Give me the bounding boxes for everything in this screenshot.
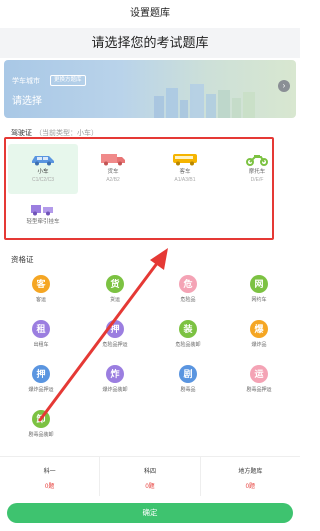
vehicle-code: A1/A3/B1 xyxy=(174,177,196,183)
vehicle-option-light-trailer[interactable]: 轻型牵引挂车 xyxy=(8,194,78,236)
stat-label: 地方题库 xyxy=(238,469,263,475)
taxi-icon: 租 xyxy=(32,320,50,338)
cert-item-explosives-escort[interactable]: 押 爆炸品押运 xyxy=(11,365,71,394)
confirm-button[interactable]: 确定 xyxy=(7,503,293,523)
vehicle-name: 小车 xyxy=(37,169,49,175)
page-headline: 请选择您的考试题库 xyxy=(0,28,300,58)
city-skyline-illustration xyxy=(154,84,255,118)
city-value: 请选择 xyxy=(12,96,42,107)
question-bank-summary: 科一 0题 科四 0题 地方题库 0题 xyxy=(0,456,300,496)
stat-label: 科一 xyxy=(43,469,56,475)
stat-label: 科四 xyxy=(143,469,156,475)
vehicle-option-motorcycle[interactable]: 摩托车 D/E/F xyxy=(222,144,292,194)
cert-label: 爆炸品押运 xyxy=(28,387,54,393)
cert-label: 爆炸品 xyxy=(251,342,267,348)
cert-label: 客运 xyxy=(35,297,46,303)
toxic-icon: 剧 xyxy=(179,365,197,383)
cert-item-hazardous-loading[interactable]: 装 危险品装卸 xyxy=(158,320,218,349)
cert-item-explosives-loading[interactable]: 炸 爆炸品装卸 xyxy=(85,365,145,394)
truck-icon xyxy=(101,154,125,166)
cert-label: 剧毒品装卸 xyxy=(28,432,54,438)
trailer-icon xyxy=(31,205,53,216)
chevron-right-icon[interactable]: › xyxy=(278,80,290,92)
toxic-escort-icon: 运 xyxy=(250,365,268,383)
cert-section-title: 资格证 xyxy=(11,255,34,264)
subject-one-stat[interactable]: 科一 0题 xyxy=(0,457,99,496)
cert-item-hazardous-escort[interactable]: 押 危险品押运 xyxy=(85,320,145,349)
cert-label: 危险品押运 xyxy=(102,342,128,348)
stat-value: 0题 xyxy=(245,484,255,490)
city-banner[interactable]: 学车城市 更换方题库 请选择 › xyxy=(4,60,296,118)
motorcycle-icon xyxy=(246,155,268,166)
cert-label: 危险品 xyxy=(180,297,196,303)
explosive-loading-icon: 炸 xyxy=(106,365,124,383)
cert-label: 爆炸品装卸 xyxy=(102,387,128,393)
cert-label: 货运 xyxy=(109,297,120,303)
loading-icon: 装 xyxy=(179,320,197,338)
vehicle-option-bus[interactable]: 客车 A1/A3/B1 xyxy=(150,144,220,194)
vehicle-code: D/E/F xyxy=(250,177,264,183)
ride-hailing-icon: 网 xyxy=(250,275,268,293)
cert-item-hazardous[interactable]: 危 危险品 xyxy=(158,275,218,304)
city-label: 学车城市 xyxy=(12,78,40,85)
subject-four-stat[interactable]: 科四 0题 xyxy=(99,457,199,496)
cert-item-passenger[interactable]: 客 客运 xyxy=(11,275,71,304)
vehicle-code: C1/C2/C3 xyxy=(32,177,54,183)
cert-item-explosives[interactable]: 爆 爆炸品 xyxy=(229,320,289,349)
bus-icon xyxy=(173,154,197,166)
vehicle-code: A2/B2 xyxy=(106,177,120,183)
license-section-title: 驾驶证 （当前类型：小车） xyxy=(11,128,98,138)
license-title: 驾驶证 xyxy=(11,130,32,137)
cert-label: 网约车 xyxy=(251,297,267,303)
cert-label: 危险品装卸 xyxy=(175,342,201,348)
cert-item-toxic-loading[interactable]: 卸 剧毒品装卸 xyxy=(11,410,71,439)
vehicle-name: 摩托车 xyxy=(248,169,266,175)
toxic-loading-icon: 卸 xyxy=(32,410,50,428)
explosive-icon: 爆 xyxy=(250,320,268,338)
vehicle-name: 客车 xyxy=(179,169,191,175)
vehicle-name: 轻型牵引挂车 xyxy=(26,219,60,225)
stat-value: 0题 xyxy=(145,484,155,490)
cert-item-freight[interactable]: 货 货运 xyxy=(85,275,145,304)
cert-item-ride-hailing[interactable]: 网 网约车 xyxy=(229,275,289,304)
vehicle-name: 货车 xyxy=(107,169,119,175)
cert-label: 出租车 xyxy=(33,342,49,348)
escort-icon: 押 xyxy=(106,320,124,338)
vehicle-option-car[interactable]: 小车 C1/C2/C3 xyxy=(8,144,78,194)
cert-label: 剧毒品 xyxy=(180,387,196,393)
cert-item-toxic[interactable]: 剧 剧毒品 xyxy=(158,365,218,394)
cert-item-taxi[interactable]: 租 出租车 xyxy=(11,320,71,349)
car-icon xyxy=(32,156,54,166)
passenger-icon: 客 xyxy=(32,275,50,293)
local-bank-stat[interactable]: 地方题库 0题 xyxy=(199,457,300,496)
freight-icon: 货 xyxy=(106,275,124,293)
change-bank-tag[interactable]: 更换方题库 xyxy=(50,75,86,86)
hazard-icon: 危 xyxy=(179,275,197,293)
window-title: 设置题库 xyxy=(0,0,300,28)
vehicle-option-truck[interactable]: 货车 A2/B2 xyxy=(78,144,148,194)
cert-item-toxic-escort[interactable]: 运 剧毒品押运 xyxy=(229,365,289,394)
license-current-type: （当前类型：小车） xyxy=(35,130,98,137)
stat-value: 0题 xyxy=(44,484,55,490)
cert-label: 剧毒品押运 xyxy=(246,387,272,393)
explosive-escort-icon: 押 xyxy=(32,365,50,383)
